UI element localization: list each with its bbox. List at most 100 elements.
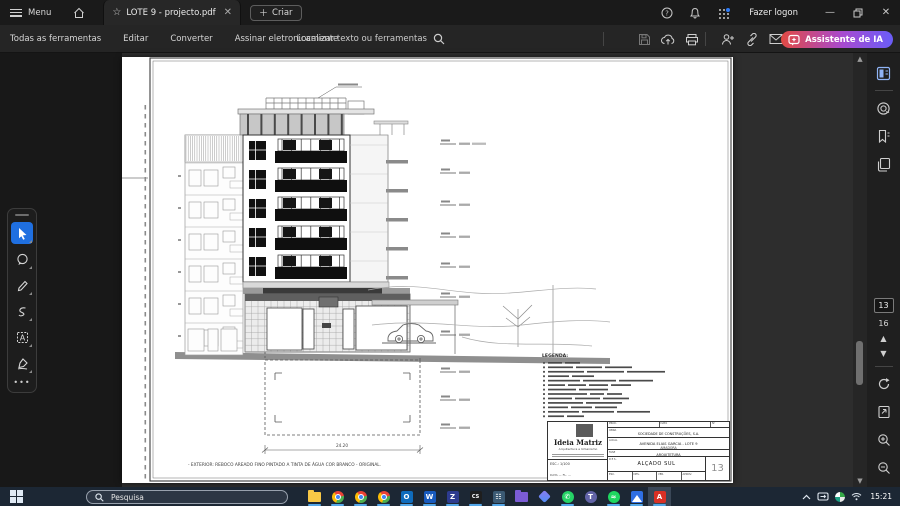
share-upload-button[interactable] — [656, 29, 680, 49]
start-button[interactable] — [10, 490, 23, 503]
previous-page-button[interactable]: ▲ — [880, 334, 886, 343]
notifications-button[interactable] — [681, 0, 709, 25]
teams-icon: T — [585, 491, 597, 503]
pdf-page[interactable]: 24.20 LEGENDA: - EXTERIOR: REBOCO AREADO… — [122, 57, 733, 483]
home-button[interactable] — [65, 0, 93, 25]
comments-panel[interactable] — [872, 96, 896, 120]
teams-icon[interactable]: T — [579, 487, 602, 506]
restore-button[interactable] — [844, 0, 872, 25]
cursor-icon — [16, 227, 29, 240]
file-explorer-icon[interactable] — [303, 487, 326, 506]
comment-tool[interactable] — [11, 248, 33, 270]
title-bar: Menu ☆ LOTE 9 - projecto.pdf ✕ ＋ Criar — [0, 0, 900, 25]
taskbar-search[interactable]: Pesquisa — [86, 490, 288, 504]
scroll-down-arrow[interactable]: ▼ — [853, 475, 867, 487]
apps-grid-button[interactable] — [709, 0, 739, 25]
plus-icon: ＋ — [259, 6, 268, 19]
z-app-icon[interactable]: Z — [441, 487, 464, 506]
ai-assistant-button[interactable]: Assistente de IA — [781, 31, 893, 48]
attachments-panel[interactable] — [872, 152, 896, 176]
create-tab-button[interactable]: ＋ Criar — [250, 5, 302, 21]
photos-icon — [631, 491, 643, 503]
vertical-scrollbar[interactable]: ▲ ▼ — [853, 53, 867, 487]
sign-tool[interactable] — [11, 352, 33, 374]
tab-close-icon[interactable]: ✕ — [224, 7, 232, 18]
location-value-1: AVENIDA ELIAS GARCIA - LOTE 9 — [608, 438, 729, 446]
outlook-icon[interactable]: O — [395, 487, 418, 506]
chrome-icon[interactable] — [326, 487, 349, 506]
menu-edit[interactable]: Editar — [112, 34, 159, 44]
chrome-icon[interactable] — [372, 487, 395, 506]
question-icon: ? — [661, 7, 673, 19]
scrollbar-thumb[interactable] — [856, 341, 863, 385]
windows-taskbar: Pesquisa OWZ CS ☷ ✆ T ≈ A 15:21 — [0, 487, 900, 506]
menu-all-tools[interactable]: Todas as ferramentas — [0, 34, 112, 44]
cs-app-icon[interactable]: CS — [464, 487, 487, 506]
add-text-tool[interactable]: A — [11, 326, 33, 348]
more-tools-button[interactable]: ••• — [13, 378, 30, 387]
help-button[interactable]: ? — [653, 0, 681, 25]
brand-name: Ideia Matriz — [550, 438, 606, 447]
cs-app-icon: CS — [470, 491, 482, 503]
document-tab[interactable]: ☆ LOTE 9 - projecto.pdf ✕ — [103, 0, 241, 25]
wifi-icon[interactable] — [851, 492, 862, 501]
highlight-tool[interactable] — [11, 274, 33, 296]
logo-cell: Ideia Matriz Arquitectura e Urbanismo — [548, 422, 607, 460]
draw-tool[interactable] — [11, 300, 33, 322]
create-label: Criar — [272, 8, 293, 18]
taskbar-search-label: Pesquisa — [111, 493, 144, 502]
svg-text:A: A — [19, 333, 25, 342]
zoom-in-button[interactable] — [872, 428, 896, 452]
purple-folder-icon — [515, 492, 528, 502]
ai-assistant-label: Assistente de IA — [805, 35, 883, 45]
chrome-icon — [378, 491, 390, 503]
scale-value: ESC.: 1/100 — [550, 462, 570, 466]
select-tool[interactable] — [11, 222, 33, 244]
add-user-icon — [721, 33, 735, 46]
bookmarks-panel[interactable] — [872, 124, 896, 148]
find-label: Localizar texto ou ferramentas — [297, 34, 427, 44]
calculator-icon[interactable]: ☷ — [487, 487, 510, 506]
next-page-button[interactable]: ▼ — [880, 349, 886, 358]
sign-in-button[interactable]: Fazer logon — [749, 8, 798, 18]
fit-page-button[interactable] — [872, 400, 896, 424]
star-icon: ☆ — [112, 7, 121, 18]
photos-icon[interactable] — [625, 487, 648, 506]
outlook-icon: O — [401, 491, 413, 503]
close-button[interactable]: ✕ — [872, 0, 900, 25]
current-page-input[interactable]: 13 — [874, 298, 894, 313]
sheet-title: ALÇADO SUL — [637, 461, 675, 467]
word-icon[interactable]: W — [418, 487, 441, 506]
owner-row: OBRA SOCIEDADE DE CONSTRUÇÕES, S.A. — [608, 428, 729, 438]
find-control[interactable]: Localizar texto ou ferramentas — [297, 33, 445, 45]
purple-folder-icon[interactable] — [510, 487, 533, 506]
save-button[interactable] — [632, 29, 656, 49]
zoom-in-icon — [877, 433, 891, 447]
menu-button[interactable]: Menu — [0, 8, 65, 18]
spotify-icon[interactable]: ≈ — [602, 487, 625, 506]
security-pinwheel-icon[interactable] — [835, 492, 845, 502]
acrobat-icon[interactable]: A — [648, 487, 671, 506]
designer-diamond-icon[interactable] — [533, 487, 556, 506]
scroll-up-arrow[interactable]: ▲ — [853, 53, 867, 65]
phase-value: ARQUITETURA — [608, 450, 729, 457]
hidden-icons-chevron[interactable] — [802, 494, 811, 500]
minimize-button[interactable]: — — [816, 0, 844, 25]
rotate-page-button[interactable] — [872, 372, 896, 396]
request-signatures-button[interactable] — [716, 29, 740, 49]
zoom-out-button[interactable] — [872, 456, 896, 480]
chrome-icon[interactable] — [349, 487, 372, 506]
panel-drag-handle[interactable] — [15, 214, 29, 216]
search-icon — [433, 33, 445, 45]
whatsapp-icon[interactable]: ✆ — [556, 487, 579, 506]
text-box-icon: A — [16, 331, 29, 344]
word-icon: W — [424, 491, 436, 503]
cast-display-icon[interactable] — [817, 492, 829, 501]
sheet-number: 13 — [706, 457, 729, 480]
menu-convert[interactable]: Converter — [159, 34, 223, 44]
get-link-button[interactable] — [740, 29, 764, 49]
page-thumbnails-panel[interactable] — [872, 61, 896, 85]
link-icon — [745, 33, 759, 46]
clock[interactable]: 15:21 — [870, 492, 892, 501]
titleblock-footer-row: ESC. DES. VER. APROV. — [608, 472, 705, 480]
